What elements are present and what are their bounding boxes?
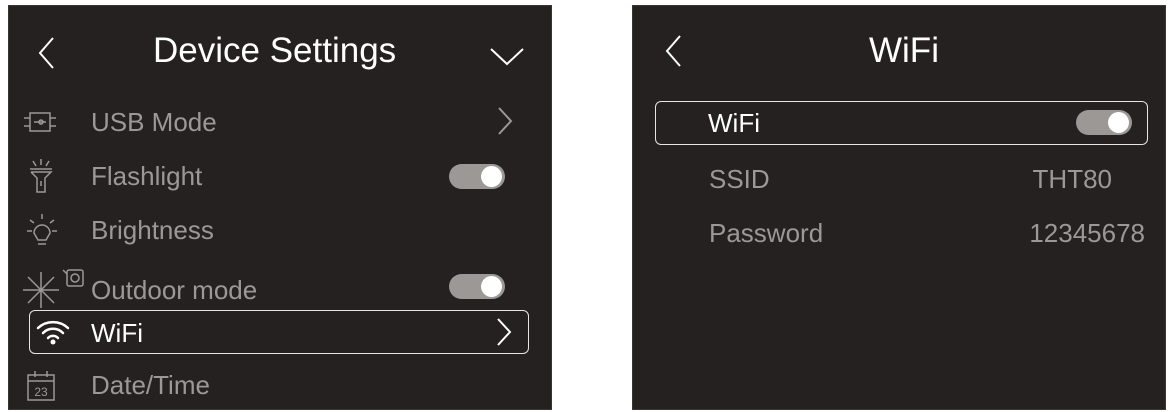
settings-item-label: Flashlight [91,161,203,191]
wifi-toggle-row[interactable]: WiFi [655,101,1148,145]
page-title: WiFi [869,31,939,70]
chevron-right-icon [498,107,513,135]
outdoor-mode-icon [23,269,84,308]
chevron-right-icon [497,318,512,346]
outdoor-mode-toggle[interactable] [449,274,505,299]
settings-item-label: Brightness [91,215,214,245]
calendar-icon: 23 [27,371,55,401]
password-row[interactable]: Password 12345678 [633,210,1165,254]
toggle-knob [481,166,502,187]
settings-item-label: Outdoor mode [91,275,258,305]
calendar-day-text: 23 [34,385,48,399]
password-label: Password [709,218,824,248]
toggle-knob [1108,112,1129,133]
ssid-label: SSID [709,164,770,194]
brightness-icon [27,214,57,245]
settings-item-label: USB Mode [91,107,217,137]
wifi-icon [36,320,70,345]
settings-item-wifi[interactable]: WiFi [29,310,529,354]
settings-item-brightness[interactable]: Brightness [9,206,551,254]
wifi-toggle[interactable] [1076,110,1132,135]
usb-icon [24,112,56,132]
chevron-down-icon[interactable] [489,46,525,66]
ssid-value: THT80 [1032,164,1112,194]
wifi-settings-panel: WiFi WiFi SSID THT80 Password 12345678 [632,5,1166,410]
settings-item-usb-mode[interactable]: USB Mode [9,98,551,146]
wifi-row-label: WiFi [708,108,760,138]
back-chevron-icon[interactable] [664,34,682,68]
settings-item-label: Date/Time [91,370,210,400]
settings-item-flashlight[interactable]: Flashlight [9,152,551,200]
password-value: 12345678 [1029,218,1145,248]
flashlight-toggle[interactable] [449,164,505,189]
settings-item-label: WiFi [91,318,143,348]
flashlight-icon [30,159,53,193]
ssid-row[interactable]: SSID THT80 [633,156,1165,200]
settings-item-outdoor-mode[interactable]: Outdoor mode [9,260,551,312]
settings-item-date-time[interactable]: 23 Date/Time [9,362,551,408]
page-title: Device Settings [153,31,397,70]
toggle-knob [481,276,502,297]
device-settings-panel: Device Settings USB Mode Flashlight Brig… [8,5,552,410]
back-chevron-icon[interactable] [37,36,55,70]
